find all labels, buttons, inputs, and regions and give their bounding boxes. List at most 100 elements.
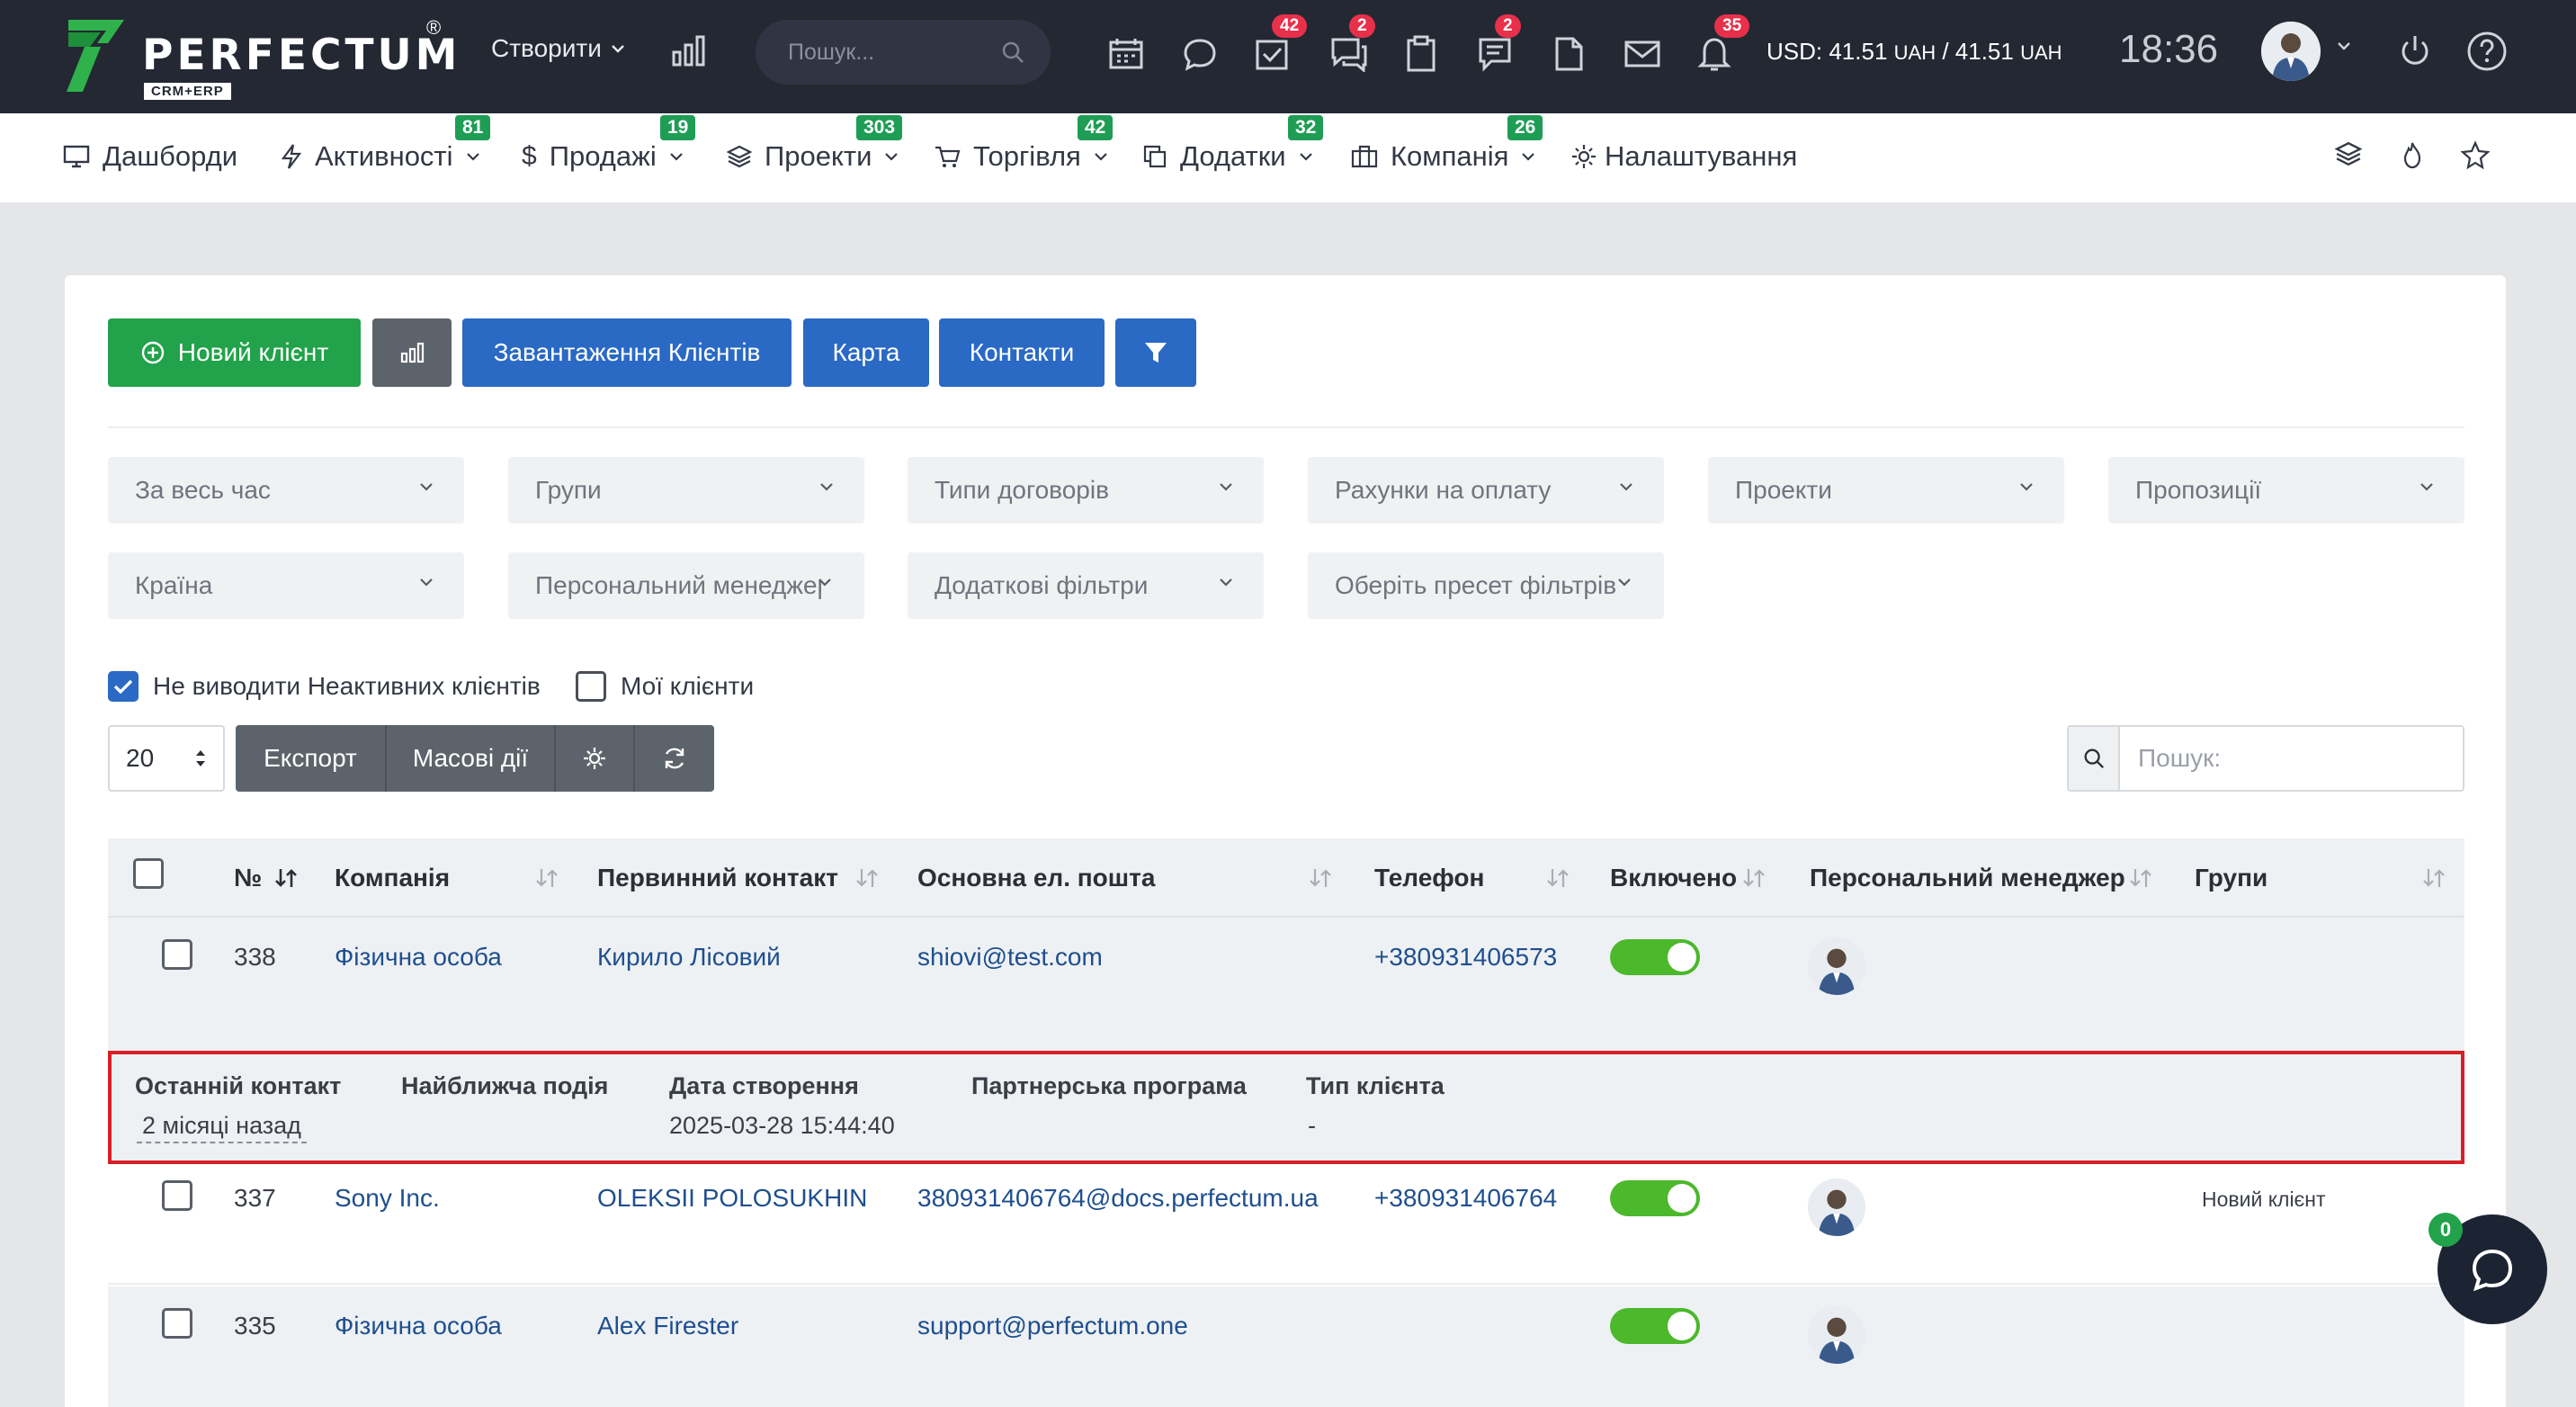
manager-avatar[interactable] xyxy=(1808,1178,1865,1236)
th-enabled[interactable]: Включено xyxy=(1610,864,1737,892)
hide-inactive-toggle[interactable]: Не виводити Неактивних клієнтів xyxy=(108,671,541,702)
cell-email[interactable]: shiovi@test.com xyxy=(917,943,1103,972)
filter-preset[interactable]: Оберіть пресет фільтрів xyxy=(1308,552,1664,619)
row-checkbox[interactable] xyxy=(162,939,192,970)
filter-country[interactable]: Країна xyxy=(108,552,464,619)
document-icon[interactable] xyxy=(1547,32,1590,76)
hide-inactive-checkbox[interactable] xyxy=(108,671,139,702)
enabled-toggle[interactable] xyxy=(1610,1180,1700,1216)
new-client-button[interactable]: Новий клієнт xyxy=(108,318,361,387)
cell-contact[interactable]: Кирило Лісовий xyxy=(597,943,781,972)
filter-personal-manager[interactable]: Персональний менеджер xyxy=(508,552,864,619)
sort-icon[interactable] xyxy=(1308,867,1333,889)
reports-chart-icon[interactable] xyxy=(671,34,707,67)
nav-activities[interactable]: Активності 81 xyxy=(281,115,491,173)
select-all-checkbox[interactable] xyxy=(133,858,164,889)
th-number[interactable]: № xyxy=(234,864,262,892)
filter-projects[interactable]: Проекти xyxy=(1708,457,2064,524)
sort-icon[interactable] xyxy=(2421,867,2446,889)
create-dropdown[interactable]: Створити xyxy=(491,34,625,63)
row-checkbox[interactable] xyxy=(162,1180,192,1211)
help-icon[interactable] xyxy=(2466,31,2508,72)
star-icon[interactable] xyxy=(2461,140,2490,169)
filter-period[interactable]: За весь час xyxy=(108,457,464,524)
cell-phone[interactable]: +380931406764 xyxy=(1374,1184,1557,1213)
sort-icon[interactable] xyxy=(1545,867,1570,889)
chevron-down-icon[interactable] xyxy=(2337,41,2351,50)
nav-dashboards[interactable]: Дашборди xyxy=(63,140,237,173)
manager-avatar[interactable] xyxy=(1808,937,1865,995)
cell-company[interactable]: Sony Inc. xyxy=(335,1184,440,1213)
map-button[interactable]: Карта xyxy=(803,318,929,387)
cell-phone[interactable]: +380931406573 xyxy=(1374,943,1557,972)
th-company[interactable]: Компанія xyxy=(335,864,450,892)
nav-company[interactable]: Компанія 26 xyxy=(1351,115,1543,173)
bell-icon[interactable]: 35 xyxy=(1693,14,1750,76)
th-phone[interactable]: Телефон xyxy=(1374,864,1484,892)
sort-icon[interactable] xyxy=(534,867,559,889)
enabled-toggle[interactable] xyxy=(1610,939,1700,975)
table-row[interactable]: 337 Sony Inc. OLEKSII POLOSUKHIN 3809314… xyxy=(108,1164,2464,1285)
discussions-icon[interactable]: 2 xyxy=(1328,14,1375,76)
th-personal-manager[interactable]: Персональний менеджер xyxy=(1810,864,2125,892)
search-icon[interactable] xyxy=(2069,727,2120,790)
table-row[interactable]: 335 Фізична особа Alex Firester support@… xyxy=(108,1286,2464,1407)
cell-company[interactable]: Фізична особа xyxy=(335,943,502,972)
table-search[interactable] xyxy=(2067,725,2464,792)
filter-proposals[interactable]: Пропозиції xyxy=(2108,457,2464,524)
cell-email[interactable]: 380931406764@docs.perfectum.ua xyxy=(917,1184,1319,1213)
th-primary-contact[interactable]: Первинний контакт xyxy=(597,864,838,892)
filter-button[interactable] xyxy=(1115,318,1196,387)
filter-additional[interactable]: Додаткові фільтри xyxy=(908,552,1264,619)
cell-email[interactable]: support@perfectum.one xyxy=(917,1312,1188,1340)
columns-settings-button[interactable] xyxy=(556,725,635,792)
table-search-input[interactable] xyxy=(2120,727,2463,790)
chat-widget-button[interactable]: 0 xyxy=(2428,1213,2547,1324)
stats-button[interactable] xyxy=(372,318,452,387)
cell-contact[interactable]: Alex Firester xyxy=(597,1312,738,1340)
enabled-toggle[interactable] xyxy=(1610,1308,1700,1344)
nav-trade[interactable]: Торгівля 42 xyxy=(934,115,1114,173)
nav-addons[interactable]: Додатки 32 xyxy=(1142,115,1324,173)
th-email[interactable]: Основна ел. пошта xyxy=(917,864,1155,892)
nav-settings[interactable]: Налаштування xyxy=(1570,140,1797,173)
global-search-input[interactable] xyxy=(788,36,986,68)
chat-bubble-icon[interactable] xyxy=(1178,32,1221,76)
manager-avatar[interactable] xyxy=(1808,1306,1865,1364)
my-clients-toggle[interactable]: Мої клієнти xyxy=(576,671,754,702)
upload-clients-button[interactable]: Завантаження Клієнтів xyxy=(462,318,792,387)
table-row[interactable]: 338 Фізична особа Кирило Лісовий shiovi@… xyxy=(108,918,2464,1051)
cell-company[interactable]: Фізична особа xyxy=(335,1312,502,1340)
per-page-select[interactable]: 20 xyxy=(108,725,225,792)
notes-icon[interactable]: 2 xyxy=(1473,14,1521,76)
cell-contact[interactable]: OLEKSII POLOSUKHIN xyxy=(597,1184,867,1213)
brand-logo[interactable]: PERFECTUM ® CRM+ERP xyxy=(65,13,461,100)
sort-icon[interactable] xyxy=(854,867,880,889)
user-avatar[interactable] xyxy=(2261,22,2321,81)
calendar-icon[interactable] xyxy=(1105,32,1148,76)
filter-groups[interactable]: Групи xyxy=(508,457,864,524)
my-clients-checkbox[interactable] xyxy=(576,671,606,702)
fire-icon[interactable] xyxy=(2400,140,2425,169)
sort-icon[interactable] xyxy=(2128,867,2153,889)
search-icon[interactable] xyxy=(1000,40,1025,65)
refresh-button[interactable] xyxy=(635,725,714,792)
detail-last-contact[interactable]: 2 місяці назад xyxy=(137,1112,307,1143)
sort-icon[interactable] xyxy=(1741,867,1767,889)
global-search[interactable] xyxy=(756,20,1051,85)
cell-groups[interactable]: Новий клієнт xyxy=(2202,1187,2326,1212)
contacts-button[interactable]: Контакти xyxy=(939,318,1105,387)
nav-projects[interactable]: Проекти 303 xyxy=(727,115,903,173)
clipboard-icon[interactable] xyxy=(1400,32,1443,76)
power-icon[interactable] xyxy=(2396,32,2434,70)
mail-icon[interactable] xyxy=(1621,32,1664,76)
export-button[interactable]: Експорт xyxy=(236,725,387,792)
tasks-icon[interactable]: 42 xyxy=(1250,14,1308,76)
nav-sales[interactable]: $ Продажі 19 xyxy=(522,115,696,173)
bulk-actions-button[interactable]: Масові дії xyxy=(387,725,556,792)
layers-icon[interactable] xyxy=(2335,140,2362,167)
th-groups[interactable]: Групи xyxy=(2195,864,2267,892)
sort-desc-icon[interactable] xyxy=(273,867,299,889)
filter-contract-types[interactable]: Типи договорів xyxy=(908,457,1264,524)
filter-invoices[interactable]: Рахунки на оплату xyxy=(1308,457,1664,524)
